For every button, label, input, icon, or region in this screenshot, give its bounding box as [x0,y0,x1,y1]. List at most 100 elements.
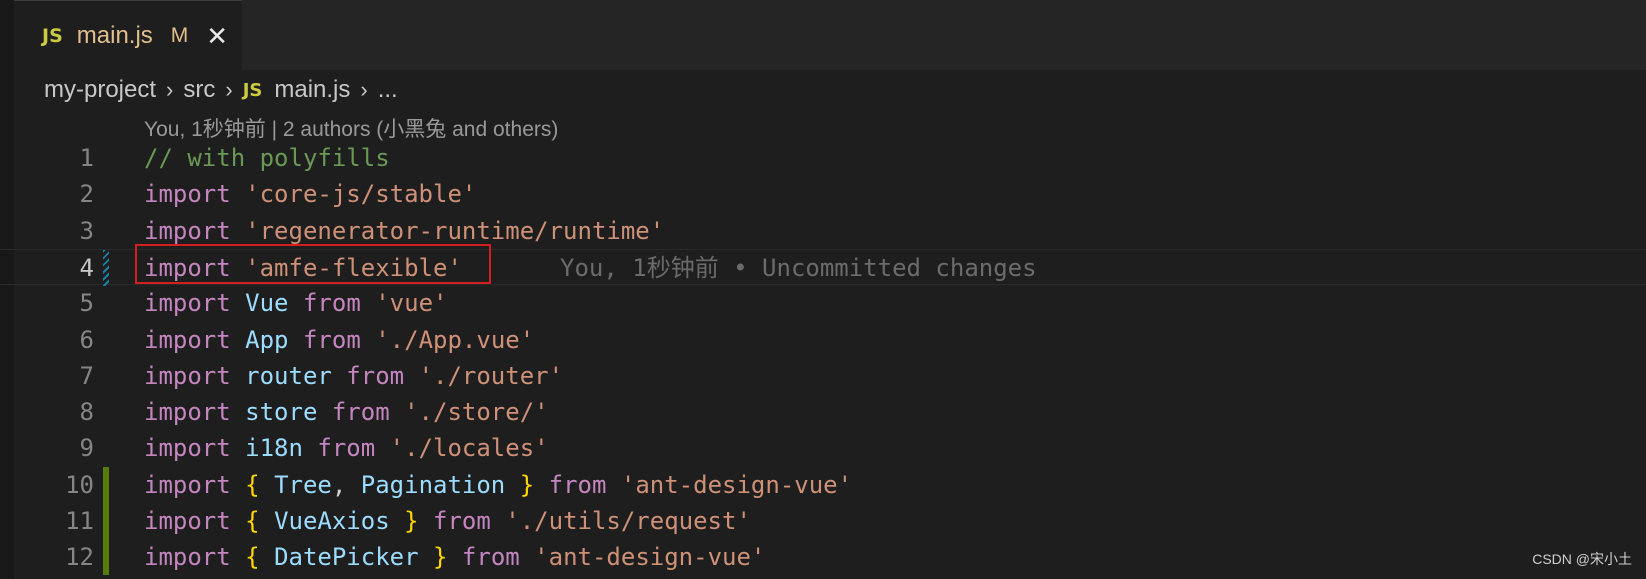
code-token: Pagination [360,470,506,499]
watermark: CSDN @宋小土 [1532,551,1632,567]
code-token: } [389,507,419,535]
breadcrumb-item-symbols[interactable]: ... [378,76,398,104]
code-token: App [245,325,289,354]
breadcrumb-item-file[interactable]: main.js [274,76,350,104]
code-token: router [245,361,332,390]
code-token: import [144,361,246,390]
code-token: import [144,325,246,354]
tab-main-js[interactable]: JS main.js M ✕ [14,0,242,71]
code-token: } [418,543,448,572]
code-token: i18n [245,434,303,463]
chevron-right-icon: › [166,77,174,102]
code-text[interactable]: import store from './store/' [144,394,549,430]
code-token: , [331,470,361,499]
code-token: // with polyfills [144,144,390,172]
gutter-added-marker[interactable] [103,466,109,503]
code-token: from [317,398,405,427]
code-token: './router' [418,361,564,390]
code-token: import [144,216,246,245]
line-number: 2 [79,180,94,209]
code-token: from [447,543,535,572]
code-text[interactable]: import App from './App.vue' [144,322,534,358]
code-text[interactable]: import { Tree, Pagination } from 'ant-de… [144,467,852,503]
chevron-right-icon: › [360,77,368,102]
code-line[interactable]: 1 // with polyfills [0,140,1646,176]
code-token: './utils/request' [505,507,751,535]
code-token: 'core-js/stable' [245,180,477,209]
line-number: 12 [65,543,94,572]
line-number: 8 [79,398,94,427]
code-token: } [505,470,535,499]
gutter-added-marker[interactable] [103,539,109,576]
chevron-right-icon: › [225,77,233,102]
code-token: from [288,289,376,318]
breadcrumb-item-project[interactable]: my-project [44,76,156,104]
code-line[interactable]: 7 import router from './router' [0,358,1646,394]
code-text[interactable]: import Vue from 'vue' [144,285,447,321]
code-token: import [144,507,246,535]
line-number: 7 [79,361,94,390]
close-icon[interactable]: ✕ [206,23,228,49]
line-number: 3 [79,216,94,245]
code-token: from [288,325,376,354]
code-line[interactable]: 11 import { VueAxios } from './utils/requ… [0,503,1646,539]
code-token: { [245,543,275,572]
modified-indicator: M [170,24,189,47]
code-token: from [418,507,506,535]
code-token: from [302,434,390,463]
js-file-icon: JS [242,79,263,101]
code-token: Vue [245,289,289,318]
code-line[interactable]: 6 import App from './App.vue' [0,322,1646,358]
code-token: import [144,180,246,209]
code-token: DatePicker [274,543,419,572]
code-line[interactable]: 12 import { DatePicker } from 'ant-design… [0,539,1646,576]
code-token: 'vue' [375,289,448,318]
line-number: 6 [79,325,94,354]
line-number: 9 [79,434,94,463]
code-text[interactable]: import { DatePicker } from 'ant-design-v… [144,539,765,575]
code-token: import [144,398,246,427]
line-number: 1 [79,144,94,172]
inline-blame-annotation: You, 1秒钟前 • Uncommitted changes [560,253,1037,282]
code-line[interactable]: 9 import i18n from './locales' [0,430,1646,466]
gutter-added-marker[interactable] [103,503,109,539]
line-number: 4 [79,253,94,282]
code-token: from [331,361,419,390]
tab-bar: JS main.js M ✕ [14,0,1646,71]
code-line[interactable]: 8 import store from './store/' [0,394,1646,430]
code-token: { [245,507,275,535]
breadcrumb: my-project › src › JS main.js › ... [44,70,1646,110]
code-token: import [144,434,246,463]
code-token: './locales' [389,434,549,463]
code-text[interactable]: import router from './router' [144,358,563,394]
code-text[interactable]: import i18n from './locales' [144,430,549,466]
code-text[interactable]: import { VueAxios } from './utils/reques… [144,503,751,539]
line-number: 11 [65,507,94,535]
code-token: { [245,470,275,499]
js-file-icon: JS [42,25,63,47]
code-token: Tree [274,470,332,499]
tab-title[interactable]: main.js [77,22,153,50]
code-token: from [534,470,621,499]
gutter-modified-marker[interactable] [103,249,109,286]
code-line[interactable]: 2 import 'core-js/stable' [0,176,1646,212]
code-token: 'ant-design-vue' [620,470,853,499]
line-number: 5 [79,289,94,318]
code-line[interactable]: 5 import Vue from 'vue' [0,285,1646,321]
highlight-annotation-box [135,244,491,284]
code-token: 'regenerator-runtime/runtime' [245,216,665,245]
code-token: import [144,289,246,318]
codelens-blame-header[interactable]: You, 1秒钟前 | 2 authors (小黑兔 and others) [144,113,558,143]
code-line[interactable]: 10 import { Tree, Pagination } from 'ant-… [0,466,1646,503]
code-token: VueAxios [274,507,390,535]
code-token: store [245,398,318,427]
code-token: './store/' [404,398,549,427]
line-number: 10 [65,470,94,499]
code-token: './App.vue' [375,325,535,354]
code-token: 'ant-design-vue' [534,543,766,572]
code-text[interactable]: import 'core-js/stable' [144,176,476,212]
code-text[interactable]: // with polyfills [144,140,390,176]
breadcrumb-item-src[interactable]: src [183,76,215,104]
code-token: import [144,470,246,499]
code-token: import [144,543,246,572]
